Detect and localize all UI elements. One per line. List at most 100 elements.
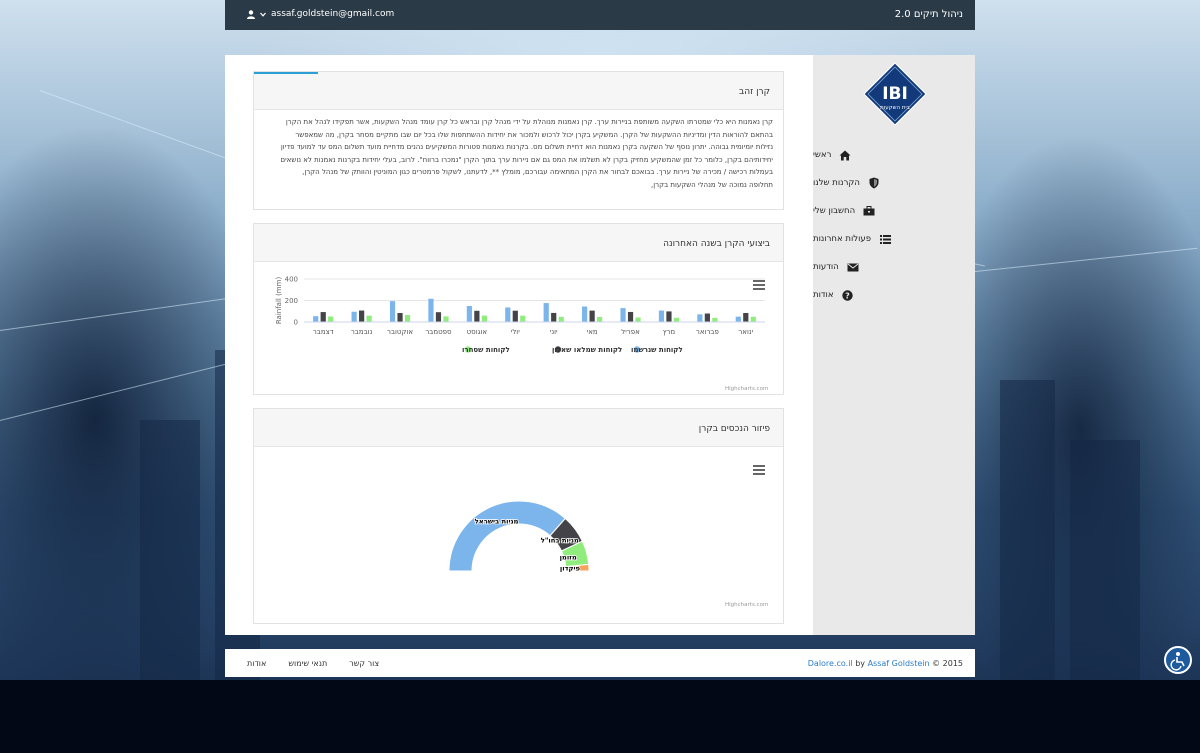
sidebar-item-messages[interactable]: הודעות <box>813 253 975 281</box>
chart-bar[interactable] <box>397 313 403 322</box>
sidebar-item-label: ראשי <box>813 150 832 160</box>
chart-bar[interactable] <box>505 307 511 322</box>
user-icon <box>247 9 255 19</box>
chart-bar[interactable] <box>389 301 396 322</box>
chart-bar[interactable] <box>658 310 665 322</box>
footer-link-contact[interactable]: צור קשר <box>349 659 379 668</box>
footer-year: © 2015 <box>932 659 963 668</box>
list-icon <box>879 233 891 245</box>
user-email: assaf.goldstein@gmail.com <box>271 9 395 19</box>
footer-link-terms[interactable]: תנאי שימוש <box>288 659 327 668</box>
x-tick-label: יולי <box>511 328 520 336</box>
sidebar-item-home[interactable]: ראשי <box>813 141 975 169</box>
chart-bar[interactable] <box>627 311 634 322</box>
user-menu[interactable]: assaf.goldstein@gmail.com <box>247 9 394 19</box>
panel-header: ביצועי הקרן בשנה האחרונה <box>254 224 783 262</box>
chart-bar[interactable] <box>589 310 595 322</box>
chart-credits[interactable]: Highcharts.com <box>725 602 768 608</box>
sidebar-item-recent-actions[interactable]: פעולות אחרונות <box>813 225 975 253</box>
chart-bar[interactable] <box>366 315 372 322</box>
chart-bar[interactable] <box>351 311 357 322</box>
chart-bar[interactable] <box>359 310 365 322</box>
legend-item[interactable]: לקוחות שסחרו <box>462 346 510 354</box>
pie-label: מזומן <box>560 554 577 562</box>
footer-site-link[interactable]: Dalore.co.il <box>808 659 853 668</box>
performance-title: ביצועי הקרן בשנה האחרונה <box>663 239 770 249</box>
performance-bar-chart: 0 200 400Rainfall (mm) ינואר פברואר מרץ אפריל מ… <box>275 276 765 354</box>
accessibility-icon <box>1166 652 1190 676</box>
chart-credits[interactable]: Highcharts.com <box>725 386 768 392</box>
chart-bar[interactable] <box>558 316 564 322</box>
chart-bar[interactable] <box>620 308 626 322</box>
chart-bar[interactable] <box>328 316 334 322</box>
sidebar-item-label: אודות <box>813 290 834 300</box>
chart-bar[interactable] <box>666 311 672 322</box>
fund-info-panel: קרן זהב קרן נאמנות היא כלי שמטרתו השקעה … <box>253 71 784 210</box>
chart-bar[interactable] <box>635 317 641 322</box>
chart-bar[interactable] <box>597 316 603 322</box>
chart-bar[interactable] <box>743 313 749 322</box>
legend-label: לקוחות שנרשמו <box>631 346 683 354</box>
legend-label: לקוחות שמלאו שאלון <box>552 346 622 354</box>
y-tick-label: 400 <box>285 276 298 284</box>
ibi-logo[interactable]: IBI בית השקעות <box>863 62 927 126</box>
page-bottom-area <box>0 680 1200 753</box>
chart-bar[interactable] <box>582 306 588 322</box>
x-tick-label: דצמבר <box>313 328 334 336</box>
footer-copyright: Dalore.co.il by Assaf Goldstein © 2015 <box>808 659 963 668</box>
pie-label: מניות בישראל <box>475 517 519 525</box>
legend-label: לקוחות שסחרו <box>462 346 510 354</box>
chart-bar[interactable] <box>443 316 449 322</box>
chart-bar[interactable] <box>697 314 703 322</box>
app-brand[interactable]: ניהול תיקים 2.0 <box>895 9 963 20</box>
sidebar-item-label: הודעות <box>813 262 839 272</box>
chart-bar[interactable] <box>320 312 326 322</box>
chart-bar[interactable] <box>481 315 487 322</box>
chart-bar[interactable] <box>735 316 741 322</box>
accessibility-button[interactable] <box>1164 646 1192 674</box>
chart-bar[interactable] <box>435 312 442 322</box>
chevron-down-icon <box>260 12 266 17</box>
legend-item[interactable]: לקוחות שנרשמו <box>631 346 683 354</box>
sidebar-item-our-funds[interactable]: הקרנות שלנו <box>813 169 975 197</box>
chart-bar[interactable] <box>712 317 718 322</box>
chart-bar[interactable] <box>428 298 434 322</box>
x-tick-label: יוני <box>550 328 558 336</box>
chart-bar[interactable] <box>750 316 756 322</box>
y-axis-label: Rainfall (mm) <box>275 277 283 325</box>
footer-by: by <box>855 659 866 668</box>
sidebar-item-about[interactable]: ? אודות <box>813 281 975 309</box>
top-navbar: assaf.goldstein@gmail.com ניהול תיקים 2.… <box>225 0 975 30</box>
footer-link-about[interactable]: אודות <box>247 659 266 668</box>
footer: צור קשר תנאי שימוש אודות Dalore.co.il by… <box>225 649 975 677</box>
chart-bar[interactable] <box>512 310 518 322</box>
footer-author-link[interactable]: Assaf Goldstein <box>868 659 930 668</box>
home-icon <box>839 149 851 161</box>
chart-bar[interactable] <box>520 315 526 322</box>
fund-title: קרן זהב <box>739 87 770 97</box>
legend-item[interactable]: לקוחות שמלאו שאלון <box>552 346 622 354</box>
chart-bar[interactable] <box>704 313 710 322</box>
sidebar-item-my-account[interactable]: החשבון שלי <box>813 197 975 225</box>
assets-panel: פיזור הנכסים בקרן מניות בישראל מניות בחו"… <box>253 408 784 624</box>
sidebar: IBI בית השקעות ראשי הקרנות שלנו החשבון ש… <box>813 55 975 635</box>
svg-text:?: ? <box>845 291 850 300</box>
chart-bar[interactable] <box>313 316 319 322</box>
logo-subtitle: בית השקעות <box>880 105 910 111</box>
chart-bar[interactable] <box>404 314 411 322</box>
sidebar-item-label: הקרנות שלנו <box>813 178 860 188</box>
y-tick-label: 200 <box>285 297 298 305</box>
footer-links: צור קשר תנאי שימוש אודות <box>247 659 379 668</box>
x-tick-label: אוגוסט <box>467 328 488 336</box>
x-tick-label: מאי <box>587 328 598 336</box>
pie-label: מניות בחו"ל <box>541 536 579 544</box>
chart-bar[interactable] <box>543 303 549 322</box>
main-frame: IBI בית השקעות ראשי הקרנות שלנו החשבון ש… <box>225 55 975 635</box>
assets-title: פיזור הנכסים בקרן <box>698 424 770 434</box>
sidebar-item-label: פעולות אחרונות <box>813 234 872 244</box>
chart-bar[interactable] <box>466 306 472 322</box>
x-tick-label: ספטמבר <box>425 328 452 336</box>
chart-bar[interactable] <box>673 317 680 322</box>
chart-bar[interactable] <box>474 310 480 322</box>
chart-bar[interactable] <box>551 312 557 322</box>
